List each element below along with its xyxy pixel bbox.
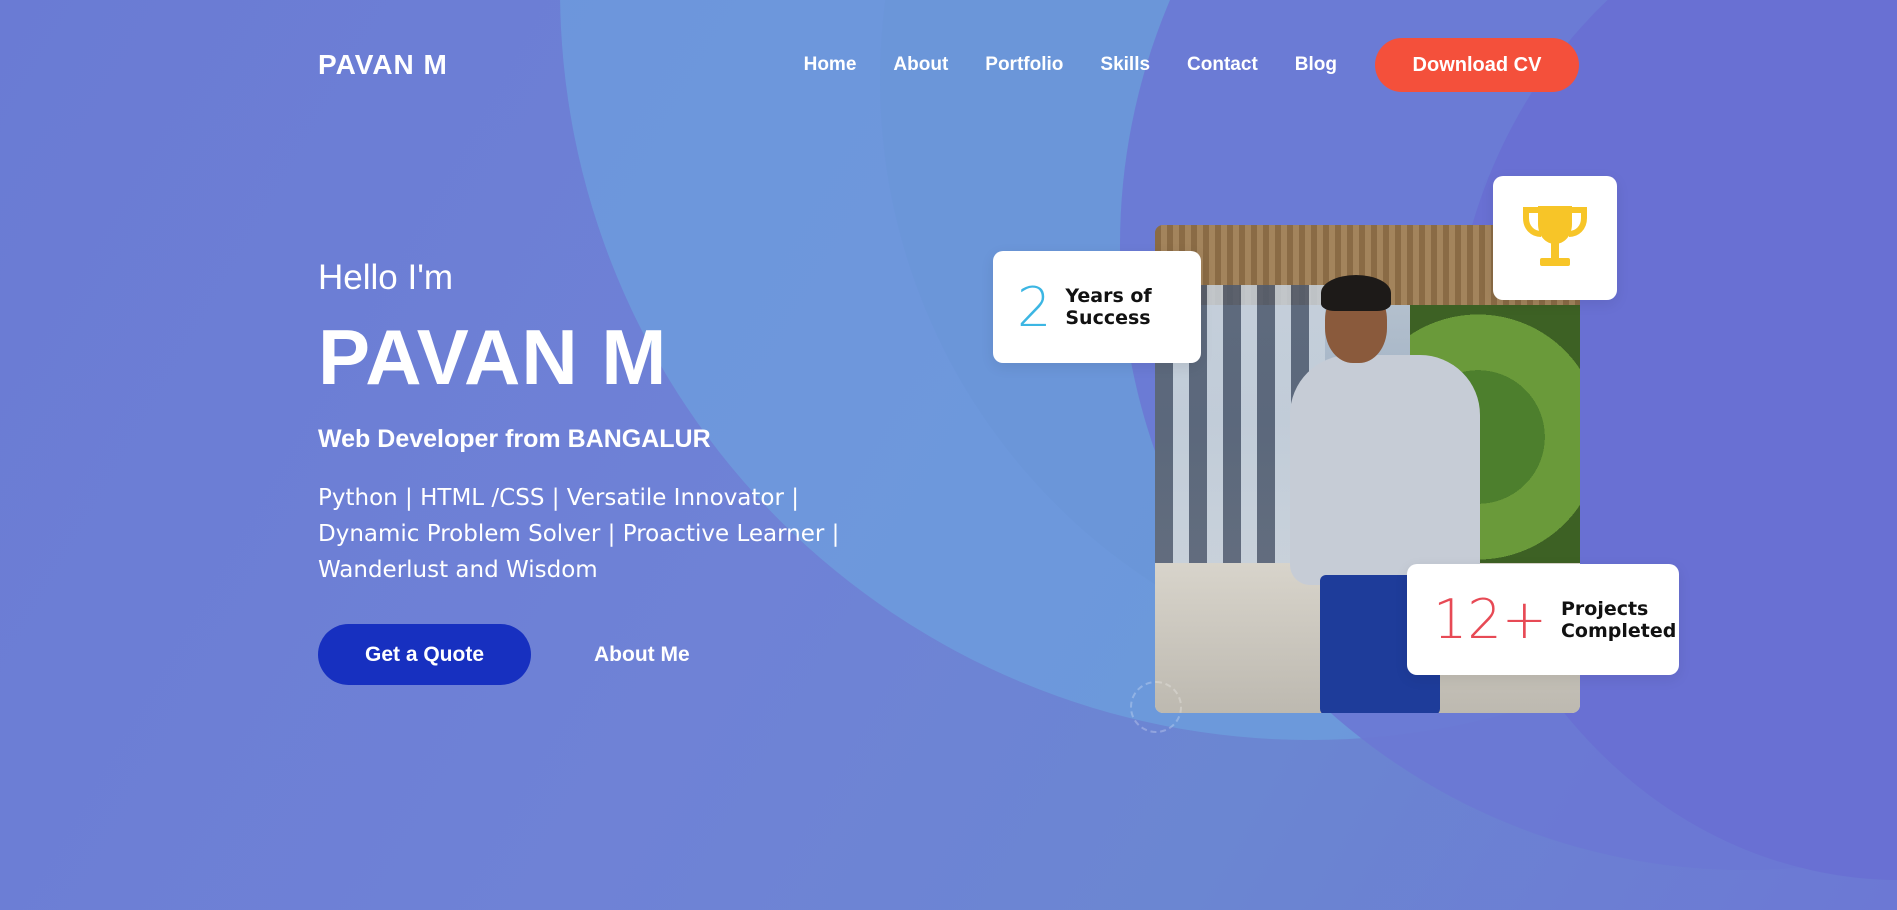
nav-about[interactable]: About xyxy=(893,54,948,76)
projects-completed-card: 12+ Projects Completed xyxy=(1407,564,1679,675)
hero-background xyxy=(0,0,1897,910)
main-nav: Home About Portfolio Skills Contact Blog… xyxy=(804,38,1579,92)
nav-skills[interactable]: Skills xyxy=(1100,54,1150,76)
years-label-line1: Years of xyxy=(1065,285,1152,307)
years-label: Years of Success xyxy=(1065,285,1151,329)
hero-actions: Get a Quote About Me xyxy=(318,624,918,685)
nav-home[interactable]: Home xyxy=(804,54,857,76)
rotating-badge xyxy=(1130,681,1182,733)
download-cv-button[interactable]: Download CV xyxy=(1375,38,1579,92)
nav-portfolio[interactable]: Portfolio xyxy=(985,54,1063,76)
get-quote-button[interactable]: Get a Quote xyxy=(318,624,531,685)
years-count: 2 xyxy=(1017,275,1052,339)
hero-section: Hello I'm PAVAN M Web Developer from BAN… xyxy=(318,258,918,685)
hero-greeting: Hello I'm xyxy=(318,258,454,297)
brand-logo[interactable]: PAVAN M xyxy=(318,49,448,81)
hero-role: Web Developer from BANGALUR xyxy=(318,425,711,453)
projects-label-line1: Projects xyxy=(1560,597,1649,620)
years-label-line2: Success xyxy=(1065,307,1151,329)
trophy-card xyxy=(1493,176,1617,300)
years-of-success-card: 2 Years of Success xyxy=(993,251,1201,363)
projects-label-line2: Completed xyxy=(1560,619,1677,642)
projects-count: 12+ xyxy=(1433,588,1547,651)
site-header: PAVAN M Home About Portfolio Skills Cont… xyxy=(318,38,1579,92)
trophy-icon xyxy=(1520,202,1590,274)
hero-name: PAVAN M xyxy=(318,313,668,401)
projects-label: Projects Completed xyxy=(1561,598,1676,642)
nav-blog[interactable]: Blog xyxy=(1295,54,1337,76)
about-me-button[interactable]: About Me xyxy=(594,643,690,667)
nav-contact[interactable]: Contact xyxy=(1187,54,1258,76)
hero-description: Python | HTML /CSS | Versatile Innovator… xyxy=(318,485,840,583)
